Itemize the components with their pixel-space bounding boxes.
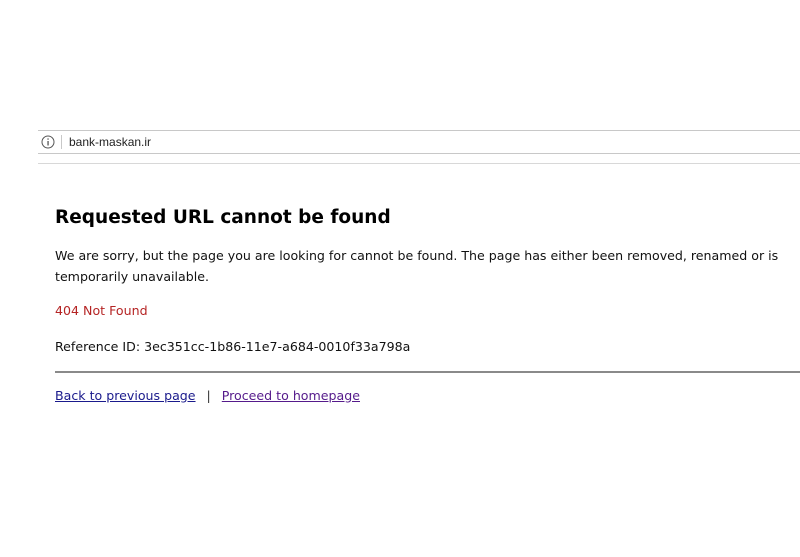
proceed-to-homepage-link[interactable]: Proceed to homepage xyxy=(222,388,360,403)
page-title: Requested URL cannot be found xyxy=(55,207,391,228)
address-bar-bottom-border xyxy=(38,153,800,154)
info-icon[interactable] xyxy=(41,135,55,149)
address-bar[interactable]: bank-maskan.ir xyxy=(38,131,800,153)
error-status: 404 Not Found xyxy=(55,303,148,318)
browser-page: bank-maskan.ir Requested URL cannot be f… xyxy=(0,0,800,557)
reference-id: Reference ID: 3ec351cc-1b86-11e7-a684-00… xyxy=(55,339,411,354)
navigation-links: Back to previous page | Proceed to homepag… xyxy=(55,388,360,403)
content-top-border xyxy=(38,163,800,164)
address-bar-divider xyxy=(61,135,62,149)
content-divider xyxy=(55,371,800,373)
error-description: We are sorry, but the page you are looki… xyxy=(55,248,779,284)
link-separator: | xyxy=(206,388,211,403)
back-to-previous-page-link[interactable]: Back to previous page xyxy=(55,388,196,403)
address-url[interactable]: bank-maskan.ir xyxy=(69,135,151,149)
